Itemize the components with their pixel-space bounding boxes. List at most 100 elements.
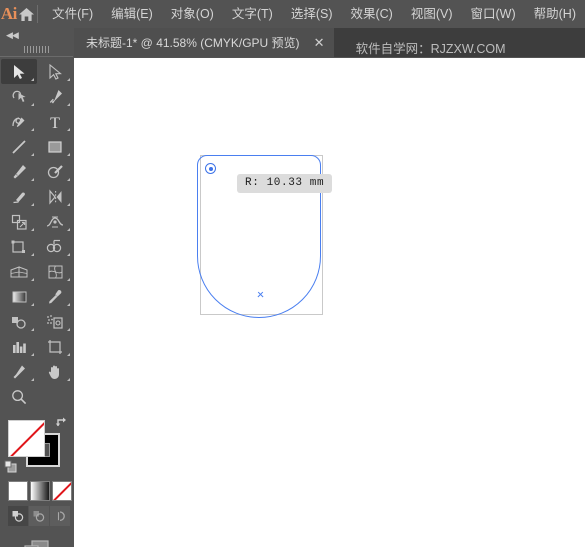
line-segment-tool[interactable]	[1, 134, 37, 159]
fill-mode-gradient[interactable]	[30, 481, 50, 501]
free-transform-tool[interactable]	[1, 234, 37, 259]
document-tab-title: 未标题-1* @ 41.58% (CMYK/GPU 预览)	[86, 36, 300, 50]
width-tool[interactable]	[37, 209, 73, 234]
home-icon[interactable]	[18, 0, 35, 28]
menu-edit[interactable]: 编辑(E)	[102, 0, 162, 28]
grip-icon	[23, 46, 50, 53]
zoom-tool[interactable]	[1, 384, 37, 409]
curvature-tool[interactable]	[1, 109, 37, 134]
fill-stroke-control	[0, 415, 73, 477]
screen-mode-button[interactable]	[0, 538, 73, 547]
slice-tool[interactable]	[1, 359, 37, 384]
live-corner-widget[interactable]	[205, 163, 216, 174]
toolbar-divider	[0, 56, 73, 57]
swap-fill-stroke-icon[interactable]	[55, 416, 69, 430]
tool-flyout-indicator-icon	[67, 153, 70, 156]
tool-flyout-indicator-icon	[67, 328, 70, 331]
menu-effect[interactable]: 效果(C)	[341, 0, 401, 28]
none-slash-icon	[9, 421, 44, 456]
tool-flyout-indicator-icon	[67, 253, 70, 256]
tool-flyout-indicator-icon	[31, 378, 34, 381]
direct-selection-tool[interactable]	[37, 59, 73, 84]
document-tab[interactable]: 未标题-1* @ 41.58% (CMYK/GPU 预览) ✕	[74, 28, 334, 57]
menu-select[interactable]: 选择(S)	[282, 0, 342, 28]
menu-object[interactable]: 对象(O)	[162, 0, 223, 28]
menu-list: 文件(F) 编辑(E) 对象(O) 文字(T) 选择(S) 效果(C) 视图(V…	[43, 0, 585, 28]
menu-help[interactable]: 帮助(H)	[525, 0, 585, 28]
tool-flyout-indicator-icon	[67, 303, 70, 306]
symbol-sprayer-tool[interactable]	[37, 309, 73, 334]
menu-divider	[36, 5, 38, 23]
tools-panel: ◀◀ T	[0, 28, 73, 547]
none-slash-icon	[53, 482, 71, 500]
draw-mode-buttons	[0, 506, 73, 526]
tool-flyout-indicator-icon	[31, 178, 34, 181]
menu-file[interactable]: 文件(F)	[43, 0, 102, 28]
menu-type[interactable]: 文字(T)	[223, 0, 282, 28]
fill-swatch[interactable]	[8, 420, 45, 457]
blend-tool[interactable]	[1, 309, 37, 334]
tool-flyout-indicator-icon	[31, 203, 34, 206]
tool-flyout-indicator-icon	[67, 78, 70, 81]
chevron-double-left-icon: ◀◀	[6, 30, 19, 40]
tool-flyout-indicator-icon	[31, 353, 34, 356]
tool-flyout-indicator-icon	[67, 378, 70, 381]
tool-flyout-indicator-icon	[67, 128, 70, 131]
artboard-tool[interactable]	[37, 334, 73, 359]
selection-tool[interactable]	[1, 59, 37, 84]
tool-flyout-indicator-icon	[67, 178, 70, 181]
tool-flyout-indicator-icon	[67, 353, 70, 356]
tool-flyout-indicator-icon	[67, 103, 70, 106]
mesh-tool[interactable]	[37, 259, 73, 284]
shape-builder-tool[interactable]	[37, 234, 73, 259]
shaper-tool[interactable]	[37, 159, 73, 184]
tool-flyout-indicator-icon	[31, 128, 34, 131]
gradient-tool[interactable]	[1, 284, 37, 309]
menu-window[interactable]: 窗口(W)	[462, 0, 525, 28]
fill-mode-none[interactable]	[52, 481, 72, 501]
scale-tool[interactable]	[1, 209, 37, 234]
menu-view[interactable]: 视图(V)	[402, 0, 462, 28]
tool-flyout-indicator-icon	[31, 303, 34, 306]
corner-radius-tooltip: R: 10.33 mm	[237, 174, 333, 193]
draw-normal-mode[interactable]	[8, 506, 28, 526]
menu-bar: Ai 文件(F) 编辑(E) 对象(O) 文字(T) 选择(S) 效果(C) 视…	[0, 0, 585, 28]
pen-tool[interactable]	[37, 84, 73, 109]
toolbar-collapse-button[interactable]: ◀◀	[0, 28, 73, 43]
tool-flyout-indicator-icon	[67, 278, 70, 281]
tool-empty-slot	[37, 384, 73, 409]
tool-flyout-indicator-icon	[31, 228, 34, 231]
document-tab-bar: 未标题-1* @ 41.58% (CMYK/GPU 预览) ✕ 软件自学网：RJ…	[74, 28, 585, 57]
paintbrush-tool[interactable]	[1, 159, 37, 184]
rectangle-tool[interactable]	[37, 134, 73, 159]
center-anchor-marker	[257, 290, 264, 297]
close-icon[interactable]: ✕	[313, 36, 326, 49]
svg-text:T: T	[50, 115, 60, 130]
tool-flyout-indicator-icon	[31, 103, 34, 106]
tool-flyout-indicator-icon	[31, 253, 34, 256]
document-canvas[interactable]: R: 10.33 mm	[74, 58, 585, 547]
tool-flyout-indicator-icon	[67, 228, 70, 231]
default-fill-stroke-icon[interactable]	[4, 460, 18, 474]
magic-wand-tool[interactable]	[1, 84, 37, 109]
hand-tool[interactable]	[37, 359, 73, 384]
perspective-grid-tool[interactable]	[1, 259, 37, 284]
tool-flyout-indicator-icon	[67, 203, 70, 206]
draw-behind-mode[interactable]	[29, 506, 49, 526]
tool-flyout-indicator-icon	[31, 78, 34, 81]
eyedropper-tool[interactable]	[37, 284, 73, 309]
rotate-tool[interactable]	[37, 184, 73, 209]
illustrator-window: Ai 文件(F) 编辑(E) 对象(O) 文字(T) 选择(S) 效果(C) 视…	[0, 0, 585, 547]
draw-inside-mode[interactable]	[50, 506, 70, 526]
column-graph-tool[interactable]	[1, 334, 37, 359]
eraser-tool[interactable]	[1, 184, 37, 209]
toolbar-drag-handle[interactable]	[0, 43, 73, 56]
watermark-note: 软件自学网：RJZXW.COM	[355, 42, 506, 56]
type-tool[interactable]: T	[37, 109, 73, 134]
fill-mode-color[interactable]	[8, 481, 28, 501]
fill-mode-buttons	[0, 481, 73, 501]
tool-flyout-indicator-icon	[31, 278, 34, 281]
tool-flyout-indicator-icon	[31, 328, 34, 331]
app-logo-icon: Ai	[0, 4, 17, 23]
tool-grid: T	[0, 59, 73, 409]
